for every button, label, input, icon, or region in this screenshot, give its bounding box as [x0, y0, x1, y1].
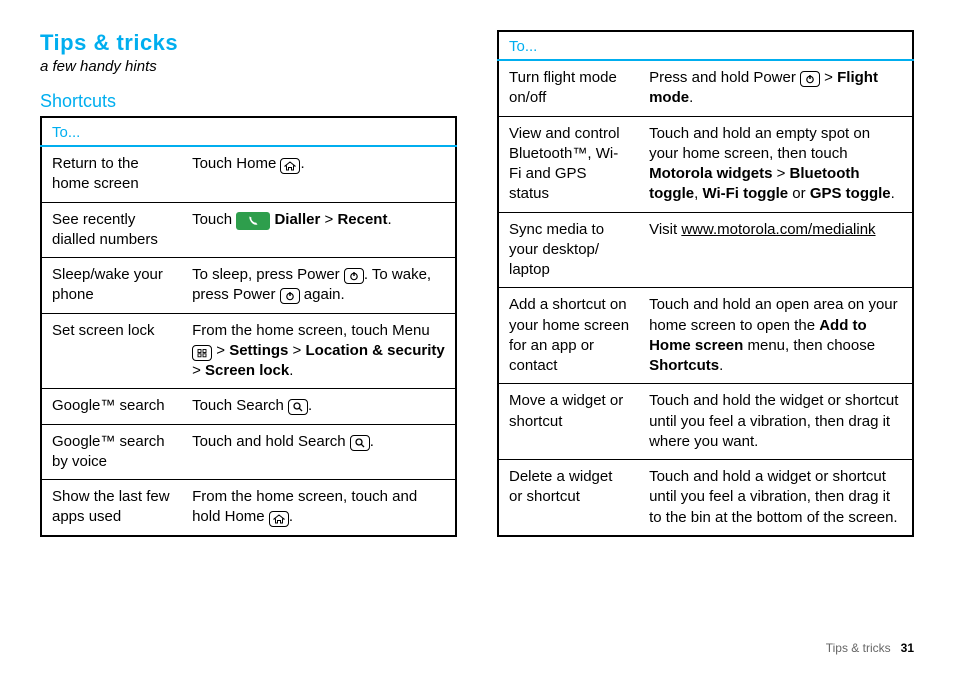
row-task: Google™ search [41, 389, 182, 424]
table-row: Set screen lockFrom the home screen, tou… [41, 313, 456, 389]
row-action: From the home screen, touch Menu > Setti… [182, 313, 456, 389]
table-row: Show the last few apps usedFrom the home… [41, 480, 456, 536]
row-action: Visit www.motorola.com/medialink [639, 212, 913, 288]
row-action: Touch Search . [182, 389, 456, 424]
table-row: Turn flight mode on/offPress and hold Po… [498, 60, 913, 116]
page-subtitle: a few handy hints [40, 58, 457, 75]
row-task: Google™ search by voice [41, 424, 182, 480]
table-row: Google™ searchTouch Search . [41, 389, 456, 424]
row-action: To sleep, press Power . To wake, press P… [182, 258, 456, 314]
row-task: See recently dialled numbers [41, 202, 182, 258]
table-row: View and control Bluetooth™, Wi-Fi and G… [498, 116, 913, 212]
menu-icon [192, 345, 212, 361]
row-action: From the home screen, touch and hold Hom… [182, 480, 456, 536]
row-task: Return to the home screen [41, 146, 182, 202]
row-task: Show the last few apps used [41, 480, 182, 536]
row-task: Delete a widget or shortcut [498, 460, 639, 536]
table-row: Move a widget or shortcutTouch and hold … [498, 384, 913, 460]
page-footer: Tips & tricks31 [826, 641, 914, 655]
row-action: Touch and hold Search . [182, 424, 456, 480]
link[interactable]: www.motorola.com/medialink [681, 221, 875, 238]
home-icon [280, 158, 300, 174]
row-task: Set screen lock [41, 313, 182, 389]
table-row: Return to the home screenTouch Home . [41, 146, 456, 202]
row-task: Turn flight mode on/off [498, 60, 639, 116]
dialler-icon [236, 212, 270, 230]
power-icon [344, 268, 364, 284]
page-title: Tips & tricks [40, 30, 457, 56]
table-row: Delete a widget or shortcutTouch and hol… [498, 460, 913, 536]
section-heading: Shortcuts [40, 91, 457, 112]
row-task: View and control Bluetooth™, Wi-Fi and G… [498, 116, 639, 212]
table-header: To... [498, 31, 913, 60]
home-icon [269, 511, 289, 527]
row-action: Touch and hold an empty spot on your hom… [639, 116, 913, 212]
row-action: Press and hold Power > Flight mode. [639, 60, 913, 116]
row-action: Touch Home . [182, 146, 456, 202]
row-action: Touch and hold a widget or shortcut unti… [639, 460, 913, 536]
power-icon [280, 288, 300, 304]
table-row: See recently dialled numbersTouch Dialle… [41, 202, 456, 258]
row-task: Move a widget or shortcut [498, 384, 639, 460]
search-icon [288, 399, 308, 415]
power-icon [800, 71, 820, 87]
shortcuts-table-right: To... Turn flight mode on/offPress and h… [497, 30, 914, 537]
row-task: Sleep/wake your phone [41, 258, 182, 314]
table-row: Google™ search by voiceTouch and hold Se… [41, 424, 456, 480]
table-row: Add a shortcut on your home screen for a… [498, 288, 913, 384]
row-action: Touch and hold an open area on your home… [639, 288, 913, 384]
shortcuts-table-left: To... Return to the home screenTouch Hom… [40, 116, 457, 537]
row-task: Add a shortcut on your home screen for a… [498, 288, 639, 384]
row-action: Touch Dialler > Recent. [182, 202, 456, 258]
row-task: Sync media to your desktop/ laptop [498, 212, 639, 288]
table-row: Sync media to your desktop/ laptopVisit … [498, 212, 913, 288]
row-action: Touch and hold the widget or shortcut un… [639, 384, 913, 460]
table-header: To... [41, 117, 456, 146]
search-icon [350, 435, 370, 451]
table-row: Sleep/wake your phoneTo sleep, press Pow… [41, 258, 456, 314]
